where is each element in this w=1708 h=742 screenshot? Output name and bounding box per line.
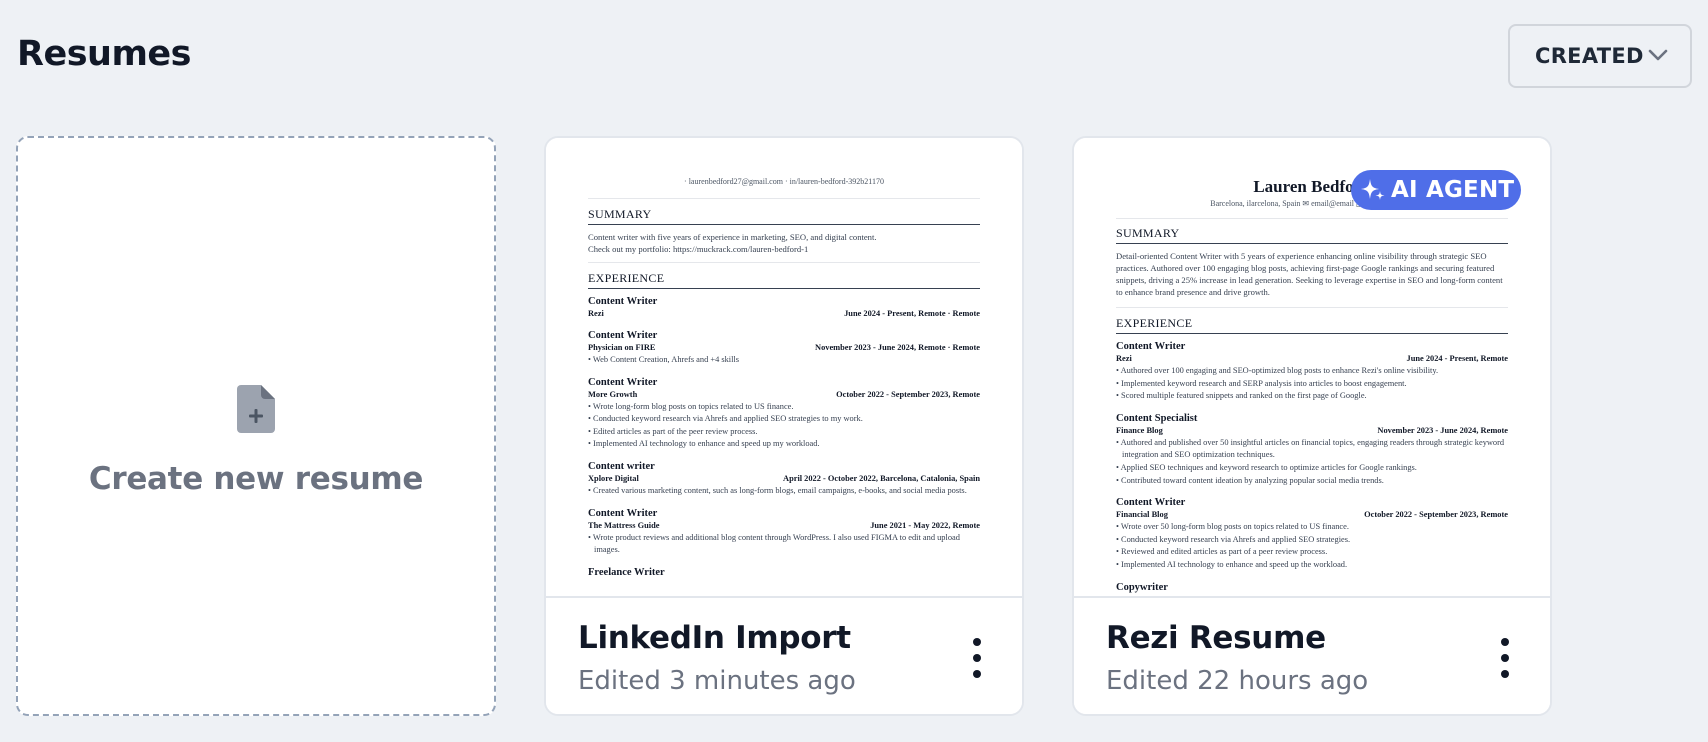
preview-job-meta: Rezi June 2024 - Present, Remote · Remote bbox=[588, 308, 980, 320]
preview-job-title: Content Writer bbox=[588, 330, 658, 341]
preview-job: Copywriter bbox=[1116, 581, 1508, 594]
preview-job: Content Writer Rezi June 2024 - Present, R… bbox=[588, 295, 980, 320]
preview-job-company: Rezi bbox=[1116, 354, 1132, 363]
page-title: Resumes bbox=[17, 34, 191, 74]
preview-job-date: October 2022 - September 2023, Remote bbox=[836, 389, 980, 399]
sort-dropdown-label: CREATED bbox=[1535, 44, 1644, 68]
preview-job-bullet: Wrote long-form blog posts on topics rel… bbox=[588, 401, 980, 414]
card-footer: LinkedIn Import Edited 3 minutes ago bbox=[546, 596, 1022, 714]
ai-agent-label: AI AGENT bbox=[1391, 177, 1515, 203]
preview-jobs: Content Writer Rezi June 2024 - Present, R… bbox=[1116, 340, 1508, 594]
more-options-icon[interactable] bbox=[1494, 638, 1516, 678]
card-edited-time: Edited 3 minutes ago bbox=[578, 666, 856, 696]
preview-job-title: Content Writer bbox=[1116, 341, 1186, 352]
preview-job-meta: Rezi June 2024 - Present, Remote bbox=[1116, 353, 1508, 365]
preview-jobs: Content Writer Rezi June 2024 - Present, R… bbox=[588, 295, 980, 579]
resume-preview: Lauren Bedford Barcelona, ilarcelona, Sp… bbox=[1074, 138, 1550, 596]
preview-experience-heading: EXPERIENCE bbox=[1116, 316, 1508, 334]
preview-job-title: Freelance Writer bbox=[588, 566, 665, 578]
preview-job-date: June 2024 - Present, Remote · Remote bbox=[844, 309, 980, 318]
preview-job-date: June 2021 - May 2022, Remote bbox=[870, 520, 980, 530]
preview-experience-heading: EXPERIENCE bbox=[588, 271, 980, 289]
preview-job-title: Content Writer bbox=[588, 376, 658, 388]
preview-summary-line: Check out my portfolio: https://muckrack… bbox=[588, 244, 809, 254]
preview-job: Freelance Writer bbox=[588, 566, 980, 579]
add-document-icon bbox=[237, 385, 275, 433]
preview-job-date: November 2023 - June 2024, Remote bbox=[1377, 425, 1508, 435]
preview-job-bullet: Web Content Creation, Ahrefs and +4 skil… bbox=[588, 354, 980, 367]
preview-job-company: Rezi bbox=[588, 309, 604, 318]
preview-job-bullet: Conducted keyword research via Ahrefs an… bbox=[588, 413, 980, 426]
preview-job-title: Content Writer bbox=[588, 296, 658, 307]
preview-job-bullet: Wrote over 50 long-form blog posts on to… bbox=[1116, 521, 1508, 534]
preview-job-bullet: Created various marketing content, such … bbox=[588, 485, 980, 498]
preview-job-meta: The Mattress Guide June 2021 - May 2022, … bbox=[588, 520, 980, 532]
preview-job-meta: Financial Blog October 2022 - September 2… bbox=[1116, 509, 1508, 521]
preview-job-title: Content Writer bbox=[588, 507, 658, 519]
preview-job-bullet: Edited articles as part of the peer revi… bbox=[588, 426, 980, 439]
card-footer: Rezi Resume Edited 22 hours ago bbox=[1074, 596, 1550, 714]
preview-job-title: Content Specialist bbox=[1116, 412, 1198, 424]
preview-job-bullet: Wrote product reviews and additional blo… bbox=[588, 532, 980, 557]
preview-job-bullet: Reviewed and edited articles as part of … bbox=[1116, 546, 1508, 559]
preview-job-date: June 2024 - Present, Remote bbox=[1406, 354, 1509, 363]
preview-job-bullet: Implemented AI technology to enhance and… bbox=[1116, 559, 1508, 572]
preview-job-bullet: Scored multiple featured snippets and ra… bbox=[1116, 390, 1508, 403]
preview-summary-line: Content writer with five years of experi… bbox=[588, 232, 877, 242]
preview-job-date: October 2022 - September 2023, Remote bbox=[1364, 510, 1508, 520]
preview-job-bullet: Implemented AI technology to enhance and… bbox=[588, 438, 980, 451]
resume-card-linkedin-import[interactable]: · laurenbedford27@gmail.com · in/lauren-… bbox=[544, 136, 1024, 716]
preview-job-company: Finance Blog bbox=[1116, 425, 1163, 435]
create-new-resume-label: Create new resume bbox=[88, 461, 424, 497]
card-title: Rezi Resume bbox=[1106, 620, 1326, 656]
sparkle-icon bbox=[1361, 179, 1385, 200]
preview-job-date: November 2023 - June 2024, Remote · Remo… bbox=[815, 343, 980, 352]
card-edited-time: Edited 22 hours ago bbox=[1106, 666, 1369, 696]
card-title: LinkedIn Import bbox=[578, 620, 851, 656]
preview-job-bullet: Contributed toward content ideation by a… bbox=[1116, 475, 1508, 488]
preview-contact: · laurenbedford27@gmail.com · in/lauren-… bbox=[684, 177, 884, 186]
preview-job-company: The Mattress Guide bbox=[588, 520, 660, 530]
preview-job-date: April 2022 - October 2022, Barcelona, Ca… bbox=[783, 473, 980, 483]
create-new-resume-card[interactable]: Create new resume bbox=[16, 136, 496, 716]
preview-job: Content Writer More Growth October 2022 - … bbox=[588, 376, 980, 451]
preview-summary-text: Detail-oriented Content Writer with 5 ye… bbox=[1116, 251, 1503, 297]
preview-job-company: Financial Blog bbox=[1116, 510, 1168, 520]
preview-summary-heading: SUMMARY bbox=[1116, 226, 1508, 244]
preview-job-meta: Physician on FIRE November 2023 - June 20… bbox=[588, 342, 980, 354]
preview-job-title: Copywriter bbox=[1116, 581, 1168, 593]
preview-job-meta: More Growth October 2022 - September 2023… bbox=[588, 389, 980, 401]
preview-job-bullet: Applied SEO techniques and keyword resea… bbox=[1116, 462, 1508, 475]
more-options-icon[interactable] bbox=[966, 638, 988, 678]
preview-job-bullet: Authored and published over 50 insightfu… bbox=[1116, 437, 1508, 462]
preview-job: Content Writer Rezi June 2024 - Present, R… bbox=[1116, 340, 1508, 403]
preview-job: Content writer Xplore Digital April 2022 -… bbox=[588, 460, 980, 498]
preview-job-title: Content Writer bbox=[1116, 497, 1186, 509]
preview-job: Content Writer The Mattress Guide June 202… bbox=[588, 507, 980, 557]
preview-job-company: Physician on FIRE bbox=[588, 343, 656, 352]
preview-summary-heading: SUMMARY bbox=[588, 207, 980, 225]
preview-job: Content Specialist Finance Blog November 2… bbox=[1116, 412, 1508, 487]
preview-job-title: Content writer bbox=[588, 460, 655, 472]
preview-job-meta: Xplore Digital April 2022 - October 2022,… bbox=[588, 473, 980, 485]
preview-job: Content Writer Physician on FIRE November … bbox=[588, 329, 980, 367]
chevron-down-icon bbox=[1648, 49, 1668, 61]
preview-job: Content Writer Financial Blog October 2022… bbox=[1116, 496, 1508, 571]
preview-job-company: Xplore Digital bbox=[588, 473, 639, 483]
preview-job-bullet: Conducted keyword research via Ahrefs an… bbox=[1116, 534, 1508, 547]
preview-job-company: More Growth bbox=[588, 389, 638, 399]
preview-job-bullet: Authored over 100 engaging and SEO-optim… bbox=[1116, 365, 1508, 378]
sort-dropdown[interactable]: CREATED bbox=[1508, 24, 1692, 88]
ai-agent-badge: AI AGENT bbox=[1351, 170, 1521, 210]
preview-job-bullet: Implemented keyword research and SERP an… bbox=[1116, 378, 1508, 391]
resume-preview: · laurenbedford27@gmail.com · in/lauren-… bbox=[546, 138, 1022, 596]
preview-job-meta: Finance Blog November 2023 - June 2024, R… bbox=[1116, 425, 1508, 437]
resume-card-rezi-resume[interactable]: Lauren Bedford Barcelona, ilarcelona, Sp… bbox=[1072, 136, 1552, 716]
